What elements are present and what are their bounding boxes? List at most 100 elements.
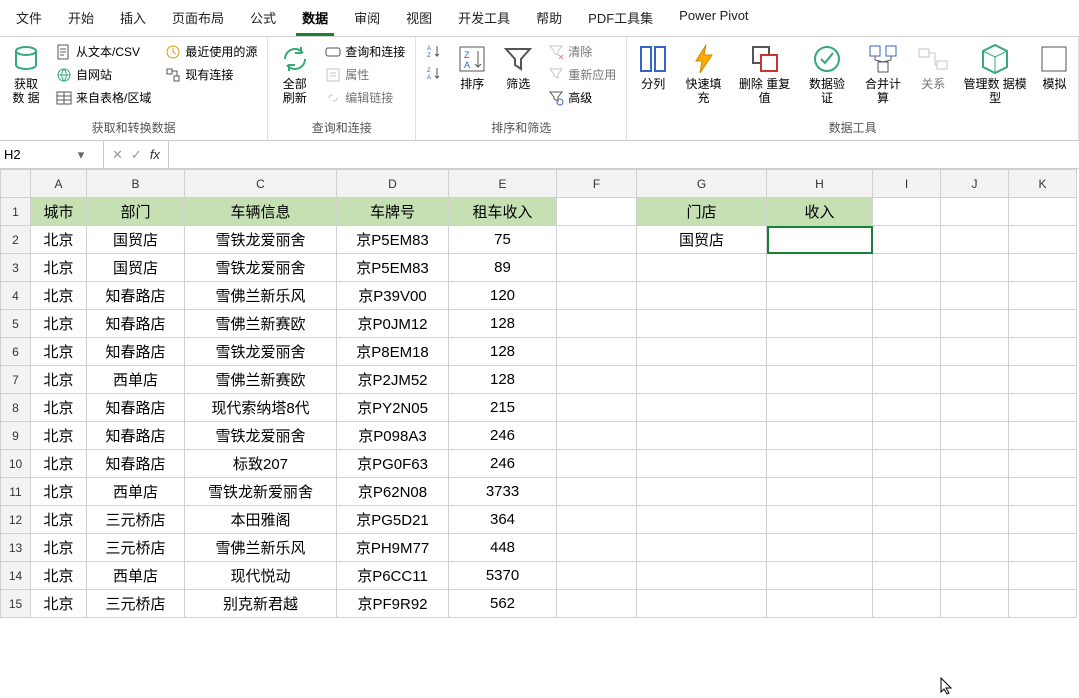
cell-B12[interactable]: 三元桥店: [87, 506, 185, 534]
cell-B9[interactable]: 知春路店: [87, 422, 185, 450]
existing-conn-button[interactable]: 现有连接: [161, 64, 261, 85]
row-header-6[interactable]: 6: [1, 338, 31, 366]
cell-H5[interactable]: [767, 310, 873, 338]
cell-G12[interactable]: [637, 506, 767, 534]
cell-F1[interactable]: [557, 198, 637, 226]
name-box[interactable]: ▾: [0, 141, 104, 168]
cell-K13[interactable]: [1009, 534, 1077, 562]
from-text-csv-button[interactable]: 从文本/CSV: [52, 41, 155, 62]
menu-tab-开发工具[interactable]: 开发工具: [452, 4, 516, 36]
cell-J12[interactable]: [941, 506, 1009, 534]
menu-tab-文件[interactable]: 文件: [10, 4, 48, 36]
cell-C4[interactable]: 雪佛兰新乐风: [185, 282, 337, 310]
cell-F3[interactable]: [557, 254, 637, 282]
cell-G13[interactable]: [637, 534, 767, 562]
cell-F13[interactable]: [557, 534, 637, 562]
cell-H12[interactable]: [767, 506, 873, 534]
cell-J7[interactable]: [941, 366, 1009, 394]
cell-H6[interactable]: [767, 338, 873, 366]
row-header-7[interactable]: 7: [1, 366, 31, 394]
menu-tab-公式[interactable]: 公式: [244, 4, 282, 36]
cell-G15[interactable]: [637, 590, 767, 618]
enter-icon[interactable]: ✓: [131, 147, 142, 163]
column-header-J[interactable]: J: [941, 170, 1009, 198]
cell-A13[interactable]: 北京: [31, 534, 87, 562]
cell-J5[interactable]: [941, 310, 1009, 338]
cell-E6[interactable]: 128: [449, 338, 557, 366]
row-header-12[interactable]: 12: [1, 506, 31, 534]
sort-button[interactable]: ZA 排序: [452, 41, 492, 93]
row-header-11[interactable]: 11: [1, 478, 31, 506]
cell-E13[interactable]: 448: [449, 534, 557, 562]
cell-D11[interactable]: 京P62N08: [337, 478, 449, 506]
cell-I15[interactable]: [873, 590, 941, 618]
cell-C9[interactable]: 雪铁龙爱丽舍: [185, 422, 337, 450]
cell-H9[interactable]: [767, 422, 873, 450]
cell-G6[interactable]: [637, 338, 767, 366]
cell-H10[interactable]: [767, 450, 873, 478]
cell-B14[interactable]: 西单店: [87, 562, 185, 590]
cell-H11[interactable]: [767, 478, 873, 506]
cell-K8[interactable]: [1009, 394, 1077, 422]
cell-A10[interactable]: 北京: [31, 450, 87, 478]
column-header-A[interactable]: A: [31, 170, 87, 198]
cell-B4[interactable]: 知春路店: [87, 282, 185, 310]
cell-K15[interactable]: [1009, 590, 1077, 618]
cell-D7[interactable]: 京P2JM52: [337, 366, 449, 394]
cell-I11[interactable]: [873, 478, 941, 506]
cell-K7[interactable]: [1009, 366, 1077, 394]
cell-D14[interactable]: 京P6CC11: [337, 562, 449, 590]
cell-I14[interactable]: [873, 562, 941, 590]
consolidate-button[interactable]: 合并计算: [859, 41, 908, 107]
cell-E1[interactable]: 租车收入: [449, 198, 557, 226]
cell-F5[interactable]: [557, 310, 637, 338]
column-header-I[interactable]: I: [873, 170, 941, 198]
column-header-C[interactable]: C: [185, 170, 337, 198]
cell-A9[interactable]: 北京: [31, 422, 87, 450]
cell-K5[interactable]: [1009, 310, 1077, 338]
row-header-1[interactable]: 1: [1, 198, 31, 226]
row-header-3[interactable]: 3: [1, 254, 31, 282]
cell-B15[interactable]: 三元桥店: [87, 590, 185, 618]
cell-H1[interactable]: 收入: [767, 198, 873, 226]
cell-E8[interactable]: 215: [449, 394, 557, 422]
row-header-9[interactable]: 9: [1, 422, 31, 450]
sort-asc-button[interactable]: AZ: [422, 41, 446, 61]
cell-C5[interactable]: 雪佛兰新赛欧: [185, 310, 337, 338]
column-header-E[interactable]: E: [449, 170, 557, 198]
cell-A15[interactable]: 北京: [31, 590, 87, 618]
cell-D3[interactable]: 京P5EM83: [337, 254, 449, 282]
cell-G14[interactable]: [637, 562, 767, 590]
menu-tab-PDF工具集[interactable]: PDF工具集: [582, 4, 659, 36]
row-header-10[interactable]: 10: [1, 450, 31, 478]
cell-I6[interactable]: [873, 338, 941, 366]
text-to-columns-button[interactable]: 分列: [633, 41, 673, 93]
cell-A11[interactable]: 北京: [31, 478, 87, 506]
cell-C12[interactable]: 本田雅阁: [185, 506, 337, 534]
cell-E9[interactable]: 246: [449, 422, 557, 450]
cell-E15[interactable]: 562: [449, 590, 557, 618]
cell-G5[interactable]: [637, 310, 767, 338]
cell-E11[interactable]: 3733: [449, 478, 557, 506]
cell-A1[interactable]: 城市: [31, 198, 87, 226]
name-box-input[interactable]: [4, 147, 74, 162]
cell-H3[interactable]: [767, 254, 873, 282]
cell-C1[interactable]: 车辆信息: [185, 198, 337, 226]
cell-C2[interactable]: 雪铁龙爱丽舍: [185, 226, 337, 254]
cell-C10[interactable]: 标致207: [185, 450, 337, 478]
cell-F7[interactable]: [557, 366, 637, 394]
cell-B5[interactable]: 知春路店: [87, 310, 185, 338]
cell-E4[interactable]: 120: [449, 282, 557, 310]
row-header-5[interactable]: 5: [1, 310, 31, 338]
cell-I1[interactable]: [873, 198, 941, 226]
cell-A12[interactable]: 北京: [31, 506, 87, 534]
cell-H7[interactable]: [767, 366, 873, 394]
cell-F12[interactable]: [557, 506, 637, 534]
cell-E12[interactable]: 364: [449, 506, 557, 534]
column-header-K[interactable]: K: [1009, 170, 1077, 198]
cell-F2[interactable]: [557, 226, 637, 254]
cell-A2[interactable]: 北京: [31, 226, 87, 254]
cell-D5[interactable]: 京P0JM12: [337, 310, 449, 338]
cell-E2[interactable]: 75: [449, 226, 557, 254]
column-header-B[interactable]: B: [87, 170, 185, 198]
